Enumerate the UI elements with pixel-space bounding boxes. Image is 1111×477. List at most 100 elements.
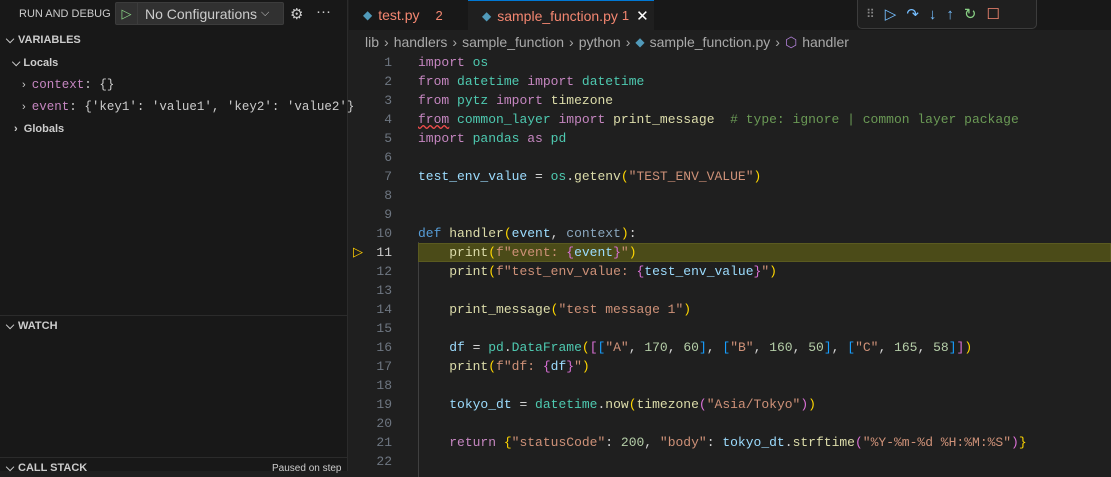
breadcrumb-item[interactable]: lib — [365, 34, 379, 50]
code-line[interactable]: 22 — [349, 452, 1111, 471]
call-stack-section-header[interactable]: ⌵ CALL STACK Paused on step — [0, 462, 348, 475]
tab-sample-function-py[interactable]: ◆ sample_function.py 1 ✕ — [468, 0, 654, 30]
more-actions-icon[interactable]: ··· — [316, 3, 331, 20]
line-number[interactable]: 4 — [349, 110, 392, 129]
code-line[interactable]: 9 — [349, 205, 1111, 224]
colon: : — [84, 78, 100, 92]
code-line[interactable]: 8 — [349, 186, 1111, 205]
code-token: 50 — [808, 340, 824, 355]
code-line[interactable]: 5 import pandas as pd — [349, 129, 1111, 148]
code-line[interactable]: 10 def handler(event, context): — [349, 224, 1111, 243]
python-file-icon: ◆ — [363, 8, 373, 22]
variable-event[interactable]: › event: {'key1': 'value1', 'key2': 'val… — [22, 96, 354, 118]
variable-context[interactable]: › context: {} — [22, 74, 114, 96]
close-icon[interactable]: ✕ — [636, 7, 649, 25]
code-line[interactable]: 1 import os — [349, 53, 1111, 72]
configuration-select[interactable]: ▷ No Configurations ⌵ — [115, 2, 284, 25]
globals-scope[interactable]: › Globals — [14, 118, 64, 140]
breadcrumb-item[interactable]: handler — [802, 34, 849, 50]
code-line[interactable]: 21 return {"statusCode": 200, "body": to… — [349, 433, 1111, 452]
line-number[interactable]: 18 — [349, 376, 392, 395]
code-token: : — [628, 226, 637, 241]
code-token: : — [706, 435, 723, 450]
line-number[interactable]: 6 — [349, 148, 392, 167]
panel-header: RUN AND DEBUG ▷ No Configurations ⌵ ⚙ ··… — [0, 0, 348, 28]
line-number[interactable]: 7 — [349, 167, 392, 186]
code-line[interactable]: 18 — [349, 376, 1111, 395]
code-line[interactable]: 2 from datetime import datetime — [349, 72, 1111, 91]
step-out-icon[interactable]: ↑ — [946, 6, 954, 23]
code-editor[interactable]: 1 import os 2 from datetime import datetime… — [349, 52, 1111, 477]
line-number[interactable]: 8 — [349, 186, 392, 205]
code-line[interactable]: 14 print_message("test message 1") — [349, 300, 1111, 319]
code-line[interactable]: 13 — [349, 281, 1111, 300]
code-line[interactable]: 3 from pytz import timezone — [349, 91, 1111, 110]
section-divider[interactable] — [0, 315, 348, 316]
restart-icon[interactable]: ↻ — [964, 5, 977, 23]
stop-icon[interactable]: ☐ — [987, 5, 1000, 23]
breadcrumb-item[interactable]: python — [579, 34, 621, 50]
code-token: . — [566, 169, 575, 184]
code-line[interactable]: 7 test_env_value = os.getenv("TEST_ENV_VA… — [349, 167, 1111, 186]
code-token: DataFrame — [511, 340, 582, 355]
line-number[interactable]: 14 — [349, 300, 392, 319]
breadcrumb-item[interactable]: sample_function — [462, 34, 564, 50]
code-token: return — [449, 435, 497, 450]
code-token: event — [511, 226, 551, 241]
tab-test-py[interactable]: ◆ test.py 2 — [349, 0, 467, 30]
run-and-debug-panel: RUN AND DEBUG ▷ No Configurations ⌵ ⚙ ··… — [0, 0, 354, 474]
code-token: "TEST_ENV_VALUE" — [628, 169, 754, 184]
line-number[interactable]: 19 — [349, 395, 392, 414]
chevron-right-icon: › — [625, 34, 631, 50]
variable-value: {} — [99, 78, 115, 92]
line-number[interactable]: 22 — [349, 452, 392, 471]
code-token: ) — [1011, 435, 1019, 450]
line-number[interactable]: 13 — [349, 281, 392, 300]
code-line[interactable]: 19 tokyo_dt = datetime.now(timezone("Asi… — [349, 395, 1111, 414]
line-source: from datetime import datetime — [418, 72, 644, 91]
line-number[interactable]: 3 — [349, 91, 392, 110]
code-token: , — [706, 340, 723, 355]
line-number[interactable]: 16 — [349, 338, 392, 357]
code-token: ( — [503, 226, 512, 241]
line-number[interactable]: 1 — [349, 53, 392, 72]
line-number[interactable]: 21 — [349, 433, 392, 452]
code-line[interactable]: 12 print(f"test_env_value: {test_env_val… — [349, 262, 1111, 281]
code-line[interactable]: 4 from common_layer import print_message … — [349, 110, 1111, 129]
line-number[interactable]: 15 — [349, 319, 392, 338]
start-debugging-icon[interactable]: ▷ — [116, 3, 138, 24]
line-number[interactable]: 12 — [349, 262, 392, 281]
code-line[interactable]: 6 — [349, 148, 1111, 167]
line-number[interactable]: 2 — [349, 72, 392, 91]
section-divider[interactable] — [0, 457, 348, 458]
line-number[interactable]: 9 — [349, 205, 392, 224]
variables-section-header[interactable]: ⌵ VARIABLES — [0, 34, 348, 47]
code-line[interactable]: 15 — [349, 319, 1111, 338]
code-line[interactable]: ▷ 11 print(f"event: {event}") — [349, 243, 1111, 262]
code-token: ] — [698, 340, 707, 355]
line-source: from pytz import timezone — [418, 91, 613, 110]
code-line[interactable]: 20 — [349, 414, 1111, 433]
line-number[interactable]: 20 — [349, 414, 392, 433]
locals-scope[interactable]: ⌵ Locals — [12, 52, 58, 74]
line-number[interactable]: 10 — [349, 224, 392, 243]
code-token: os — [472, 55, 489, 70]
step-into-icon[interactable]: ↓ — [929, 6, 937, 23]
line-number[interactable]: 11 — [349, 243, 392, 262]
code-line[interactable]: 16 df = pd.DataFrame([["A", 170, 60], ["… — [349, 338, 1111, 357]
drag-handle-icon[interactable]: ⠿ — [866, 7, 875, 21]
line-number[interactable]: 17 — [349, 357, 392, 376]
continue-icon[interactable]: ▷ — [885, 5, 897, 23]
code-token: print — [449, 245, 489, 260]
watch-section-header[interactable]: ⌵ WATCH — [0, 320, 348, 333]
breadcrumb-item[interactable]: sample_function.py — [650, 34, 771, 50]
line-source: test_env_value = os.getenv("TEST_ENV_VAL… — [418, 167, 761, 186]
line-number[interactable]: 5 — [349, 129, 392, 148]
step-over-icon[interactable]: ↷ — [906, 5, 919, 23]
code-token: , — [628, 340, 645, 355]
breadcrumb-item[interactable]: handlers — [394, 34, 448, 50]
gear-icon[interactable]: ⚙ — [290, 5, 303, 23]
code-line[interactable]: 17 print(f"df: {df}") — [349, 357, 1111, 376]
